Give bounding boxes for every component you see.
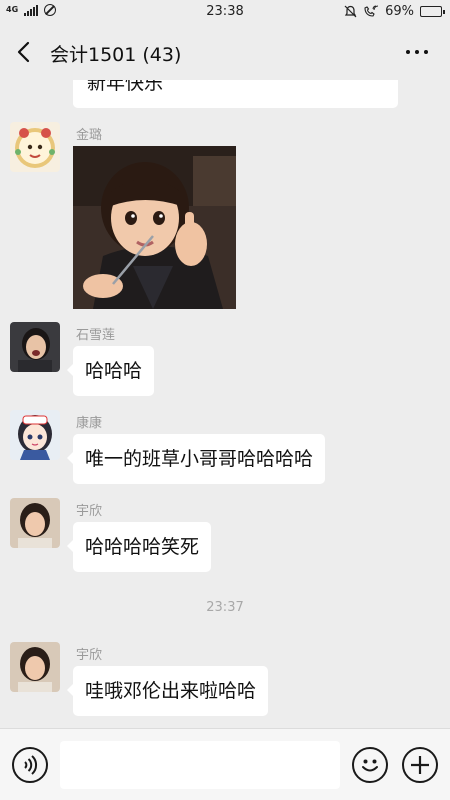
wifi-call-icon [364,5,379,17]
message-list[interactable]: 新年快乐 金璐 石雪莲 哈哈哈 康康 唯一的班草小哥哥哈哈哈哈 宇欣 哈哈哈哈笑… [0,80,450,728]
sender-name: 宇欣 [76,504,103,519]
message-input[interactable] [60,741,340,789]
image-message[interactable] [73,146,236,309]
input-bar [0,728,450,800]
smiley-icon [362,759,378,772]
avatar[interactable] [10,322,60,372]
avatar[interactable] [10,410,60,460]
sender-name: 宇欣 [76,648,103,663]
sender-name: 康康 [76,416,103,431]
voice-icon [24,755,38,775]
message-bubble[interactable]: 新年快乐 [73,80,178,108]
message-bubble[interactable]: 哈哈哈哈笑死 [66,522,212,572]
emoji-button[interactable] [352,747,388,783]
more-actions-button[interactable] [402,747,438,783]
message-timestamp: 23:37 [206,600,244,615]
bell-off-icon [344,5,357,18]
message-bubble[interactable]: 唯一的班草小哥哥哈哈哈哈 [66,434,326,484]
avatar[interactable] [10,642,60,692]
status-right: 69% [344,4,445,19]
message-bubble[interactable]: 哇哦邓伦出来啦哈哈 [66,666,269,716]
sender-name: 石雪莲 [76,328,116,343]
voice-input-button[interactable] [12,747,48,783]
battery-icon [420,6,445,17]
user-photo-avatar-icon [10,498,60,548]
child-photo-image [73,146,236,309]
back-arrow-icon[interactable] [14,40,36,64]
user-photo-avatar-icon [10,322,60,372]
sender-name: 金璐 [76,128,103,143]
chat-title: 会计1501 (43) [50,44,182,66]
status-bar: 4G 23:38 69% [0,0,450,24]
cartoon-avatar-icon [10,122,60,172]
more-options-icon[interactable] [406,50,428,54]
avatar[interactable] [10,498,60,548]
plus-icon [411,756,429,774]
chat-header: 会计1501 (43) [0,24,450,80]
avatar[interactable] [10,122,60,172]
user-photo-avatar-icon [10,642,60,692]
anime-girl-avatar-icon [10,410,60,460]
message-bubble[interactable]: 哈哈哈 [66,346,155,396]
battery-percent: 69% [385,4,414,19]
